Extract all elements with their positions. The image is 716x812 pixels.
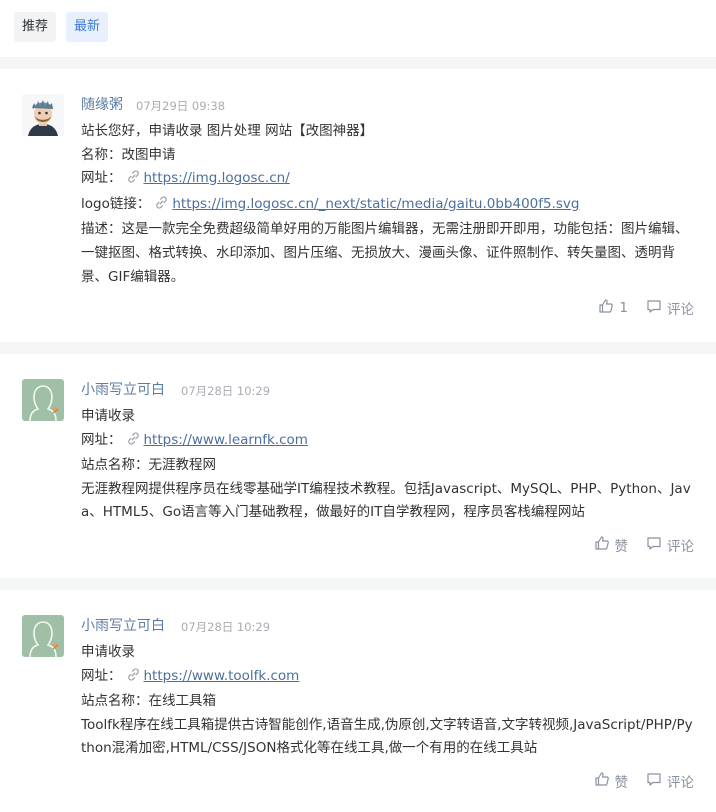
tab-recommend[interactable]: 推荐	[14, 12, 57, 42]
like-label: 赞	[614, 539, 629, 555]
tab-latest[interactable]: 最新	[66, 12, 109, 42]
logo-link[interactable]: https://img.logosc.cn/_next/static/media…	[172, 196, 579, 212]
like-count: 1	[619, 300, 628, 316]
post-description: 描述：这是一款完全免费超级简单好用的万能图片编辑器，无需注册即开即用，功能包括：…	[81, 221, 689, 285]
url-label: 网址：	[81, 667, 122, 684]
site-name: 站点名称：无涯教程网	[81, 457, 216, 474]
thumbs-up-icon	[594, 535, 615, 555]
post-line: 名称：改图申请	[81, 146, 176, 163]
post-body: 站长您好，申请收录 图片处理 网站【改图神器】 名称：改图申请 网址： https…	[81, 120, 693, 289]
post-card: 小雨写立可白 07月28日 10:29 申请收录 网址： https://www.…	[0, 590, 716, 812]
comment-icon	[646, 535, 667, 555]
comment-icon	[646, 771, 667, 791]
comment-button[interactable]: 评论	[646, 298, 694, 318]
post-body: 申请收录 网址： https://www.learnfk.com 站点名称：无涯教…	[81, 405, 693, 525]
like-label: 赞	[614, 775, 629, 791]
post-line: 申请收录	[81, 644, 135, 660]
website-link[interactable]: https://www.learnfk.com	[144, 432, 308, 448]
post-card: 随缘粥 07月29日 09:38 站长您好，申请收录 图片处理 网站【改图神器】…	[0, 69, 716, 342]
link-icon	[126, 667, 141, 691]
author-name[interactable]: 小雨写立可白	[81, 616, 165, 636]
thumbs-up-icon	[598, 298, 619, 318]
post-body: 申请收录 网址： https://www.toolfk.com 站点名称：在线工具…	[81, 641, 693, 761]
comment-label: 评论	[667, 775, 694, 791]
post-line: 申请收录	[81, 408, 135, 424]
post-description: Toolfk程序在线工具箱提供古诗智能创作,语音生成,伪原创,文字转语音,文字转…	[81, 716, 693, 757]
logo-url-row: logo链接： https://img.logosc.cn/_next/stati…	[81, 193, 693, 219]
like-button[interactable]: 1	[598, 298, 628, 318]
comment-label: 评论	[667, 302, 694, 318]
comment-label: 评论	[667, 539, 694, 555]
post-actions: 1 评论	[598, 298, 694, 318]
url-row: 网址： https://www.toolfk.com	[81, 665, 693, 691]
thumbs-up-icon	[594, 771, 615, 791]
like-button[interactable]: 赞	[594, 535, 629, 555]
website-link[interactable]: https://www.toolfk.com	[144, 668, 300, 684]
link-icon	[126, 169, 141, 193]
link-icon	[126, 431, 141, 455]
website-link[interactable]: https://img.logosc.cn/	[144, 170, 290, 186]
post-time: 07月28日 10:29	[181, 384, 271, 398]
avatar[interactable]	[22, 94, 64, 136]
post-card: 小雨写立可白 07月28日 10:29 申请收录 网址： https://www.…	[0, 354, 716, 578]
logo-url-label: logo链接：	[81, 195, 151, 212]
url-row: 网址： https://www.learnfk.com	[81, 429, 693, 455]
post-description: 无涯教程网提供程序员在线零基础学IT编程技术教程。包括Javascript、My…	[81, 480, 691, 521]
avatar[interactable]	[22, 615, 64, 657]
author-name[interactable]: 随缘粥	[81, 95, 123, 115]
comment-icon	[646, 298, 667, 318]
filter-tab-bar: 推荐 最新	[0, 0, 716, 57]
link-icon	[154, 195, 169, 219]
url-row: 网址： https://img.logosc.cn/	[81, 167, 693, 193]
post-line: 站长您好，申请收录 图片处理 网站【改图神器】	[81, 123, 374, 139]
post-actions: 赞 评论	[594, 535, 694, 555]
author-name[interactable]: 小雨写立可白	[81, 380, 165, 400]
like-button[interactable]: 赞	[594, 771, 629, 791]
site-name: 站点名称：在线工具箱	[81, 693, 216, 710]
post-time: 07月29日 09:38	[136, 99, 226, 113]
url-label: 网址：	[81, 170, 122, 187]
comment-button[interactable]: 评论	[646, 771, 694, 791]
url-label: 网址：	[81, 431, 122, 448]
post-actions: 赞 评论	[594, 771, 694, 791]
post-time: 07月28日 10:29	[181, 620, 271, 634]
avatar[interactable]	[22, 379, 64, 421]
comment-button[interactable]: 评论	[646, 535, 694, 555]
